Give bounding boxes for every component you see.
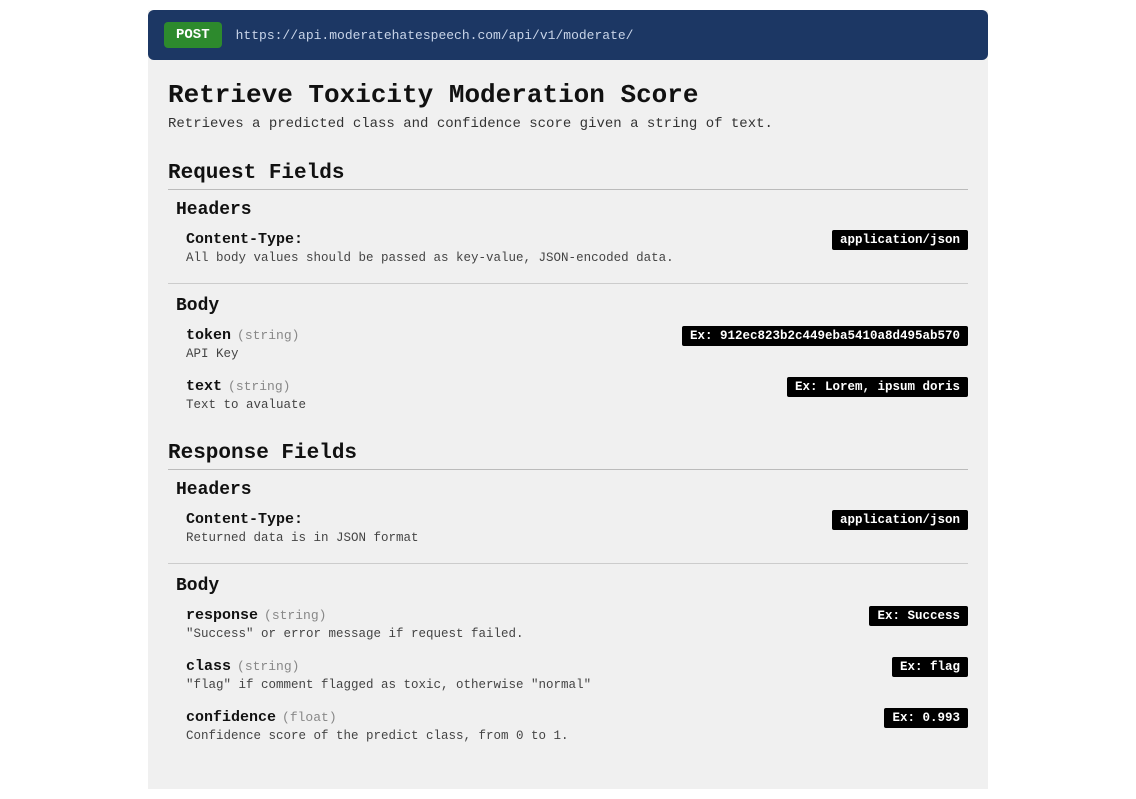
content-area: Retrieve Toxicity Moderation Score Retri… [148, 60, 988, 789]
example-badge: Ex: Success [869, 606, 968, 626]
field-row: Content-Type: Returned data is in JSON f… [168, 504, 968, 555]
example-badge: Ex: 912ec823b2c449eba5410a8d495ab570 [682, 326, 968, 346]
field-left: Content-Type: All body values should be … [186, 230, 812, 265]
field-name: token [186, 327, 231, 344]
example-badge: application/json [832, 230, 968, 250]
divider [168, 469, 968, 470]
field-name: response [186, 607, 258, 624]
example-badge: Ex: flag [892, 657, 968, 677]
field-left: class (string) "flag" if comment flagged … [186, 657, 872, 692]
example-badge: Ex: Lorem, ipsum doris [787, 377, 968, 397]
endpoint-header: POST https://api.moderatehatespeech.com/… [148, 10, 988, 60]
field-desc: Returned data is in JSON format [186, 531, 812, 545]
field-desc: Confidence score of the predict class, f… [186, 729, 864, 743]
headers-heading: Headers [168, 480, 968, 500]
body-heading: Body [168, 296, 968, 316]
field-main: response (string) "Success" or error mess… [186, 606, 968, 641]
field-type: (string) [237, 328, 299, 343]
field-main: token (string) API Key Ex: 912ec823b2c449… [186, 326, 968, 361]
field-row: class (string) "flag" if comment flagged … [168, 651, 968, 702]
http-method-badge: POST [164, 22, 222, 48]
field-name: confidence [186, 709, 276, 726]
response-body-group: Body response (string) "Success" or error… [168, 576, 968, 753]
field-desc: All body values should be passed as key-… [186, 251, 812, 265]
field-row: response (string) "Success" or error mess… [168, 600, 968, 651]
api-doc-container: POST https://api.moderatehatespeech.com/… [148, 10, 988, 789]
field-name: Content-Type: [186, 231, 303, 248]
field-name: Content-Type: [186, 511, 303, 528]
endpoint-url: https://api.moderatehatespeech.com/api/v… [236, 28, 634, 43]
field-main: text (string) Text to avaluate Ex: Lorem,… [186, 377, 968, 412]
example-badge: Ex: 0.993 [884, 708, 968, 728]
field-type: (string) [228, 379, 290, 394]
body-heading: Body [168, 576, 968, 596]
field-left: confidence (float) Confidence score of th… [186, 708, 864, 743]
field-row: confidence (float) Confidence score of th… [168, 702, 968, 753]
divider [168, 189, 968, 190]
field-row: text (string) Text to avaluate Ex: Lorem,… [168, 371, 968, 422]
divider [168, 283, 968, 284]
field-desc: "flag" if comment flagged as toxic, othe… [186, 678, 872, 692]
field-desc: "Success" or error message if request fa… [186, 627, 849, 641]
field-type: (string) [264, 608, 326, 623]
field-left: token (string) API Key [186, 326, 662, 361]
example-badge: application/json [832, 510, 968, 530]
field-main: class (string) "flag" if comment flagged … [186, 657, 968, 692]
field-main: Content-Type: Returned data is in JSON f… [186, 510, 968, 545]
field-main: Content-Type: All body values should be … [186, 230, 968, 265]
headers-heading: Headers [168, 200, 968, 220]
request-body-group: Body token (string) API Key Ex: 912ec823b… [168, 296, 968, 422]
page-title: Retrieve Toxicity Moderation Score [168, 80, 968, 110]
field-name: class [186, 658, 231, 675]
request-headers-group: Headers Content-Type: All body values sh… [168, 200, 968, 275]
field-desc: Text to avaluate [186, 398, 767, 412]
divider [168, 563, 968, 564]
field-name: text [186, 378, 222, 395]
field-type: (float) [282, 710, 337, 725]
field-row: token (string) API Key Ex: 912ec823b2c449… [168, 320, 968, 371]
field-left: Content-Type: Returned data is in JSON f… [186, 510, 812, 545]
field-row: Content-Type: All body values should be … [168, 224, 968, 275]
request-heading: Request Fields [168, 162, 968, 185]
page-subtitle: Retrieves a predicted class and confiden… [168, 116, 968, 132]
response-heading: Response Fields [168, 442, 968, 465]
field-left: text (string) Text to avaluate [186, 377, 767, 412]
field-left: response (string) "Success" or error mess… [186, 606, 849, 641]
field-main: confidence (float) Confidence score of th… [186, 708, 968, 743]
field-type: (string) [237, 659, 299, 674]
response-headers-group: Headers Content-Type: Returned data is i… [168, 480, 968, 555]
field-desc: API Key [186, 347, 662, 361]
